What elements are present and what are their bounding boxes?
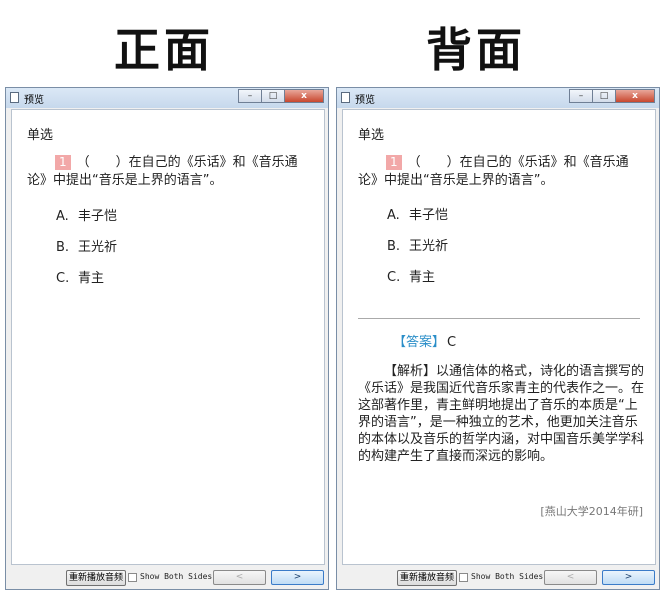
analysis-text: 【解析】以通信体的格式，诗化的语言撰写的《乐话》是我国近代音乐家青主的代表作之一… — [358, 364, 645, 464]
question-stem: 1 （ ）在自己的《乐话》和《音乐通论》中提出“音乐是上界的语言”。 — [27, 154, 312, 190]
minimize-button[interactable]: – — [569, 89, 593, 103]
option-a: A. 丰子恺 — [56, 209, 118, 224]
question-number-badge: 1 — [386, 155, 402, 170]
option-a: A. 丰子恺 — [387, 208, 449, 223]
back-preview-window: 预览 – □ x 单选 1 （ ）在自己的《乐话》和《音乐通论》中提出“音乐是上界… — [336, 87, 660, 590]
show-both-sides-label: Show Both Sides — [140, 572, 213, 581]
app-icon — [341, 92, 350, 103]
prev-button[interactable]: < — [213, 570, 266, 585]
back-heading: 背面 — [426, 23, 526, 77]
option-c: C. 青主 — [387, 270, 436, 285]
minimize-button[interactable]: – — [238, 89, 262, 103]
bottom-bar: 重新播放音频 Show Both Sides < > — [342, 569, 655, 587]
title-bar[interactable]: 预览 – □ x — [337, 88, 659, 108]
question-number-badge: 1 — [55, 155, 71, 170]
next-button[interactable]: > — [602, 570, 655, 585]
maximize-button[interactable]: □ — [261, 89, 285, 103]
option-c: C. 青主 — [56, 271, 105, 286]
prev-button[interactable]: < — [544, 570, 597, 585]
question-stem: 1 （ ）在自己的《乐话》和《音乐通论》中提出“音乐是上界的语言”。 — [358, 154, 643, 190]
close-button[interactable]: x — [615, 89, 655, 103]
next-button[interactable]: > — [271, 570, 324, 585]
answer-line: 【答案】 C — [393, 331, 456, 350]
option-b: B. 王光祈 — [387, 239, 449, 254]
show-both-sides-label: Show Both Sides — [471, 572, 544, 581]
window-title: 预览 — [24, 95, 44, 106]
front-heading: 正面 — [114, 23, 214, 77]
bottom-bar: 重新播放音频 Show Both Sides < > — [11, 569, 324, 587]
replay-audio-button[interactable]: 重新播放音频 — [397, 570, 458, 586]
card-content: 单选 1 （ ）在自己的《乐话》和《音乐通论》中提出“音乐是上界的语言”。 A. 丰… — [11, 109, 325, 565]
question-type: 单选 — [358, 128, 385, 143]
show-both-sides-checkbox[interactable] — [459, 573, 468, 582]
card-content: 单选 1 （ ）在自己的《乐话》和《音乐通论》中提出“音乐是上界的语言”。 A. 丰… — [342, 109, 656, 565]
divider — [358, 318, 640, 319]
source-label: [燕山大学2014年研] — [540, 505, 643, 518]
app-icon — [10, 92, 19, 103]
show-both-sides-checkbox[interactable] — [128, 573, 137, 582]
replay-audio-button[interactable]: 重新播放音频 — [66, 570, 127, 586]
window-title: 预览 — [355, 95, 375, 106]
close-button[interactable]: x — [284, 89, 324, 103]
answer-value: C — [447, 335, 457, 350]
question-type: 单选 — [27, 128, 54, 143]
option-b: B. 王光祈 — [56, 240, 118, 255]
title-bar[interactable]: 预览 – □ x — [6, 88, 328, 108]
maximize-button[interactable]: □ — [592, 89, 616, 103]
front-preview-window: 预览 – □ x 单选 1 （ ）在自己的《乐话》和《音乐通论》中提出“音乐是上界… — [5, 87, 329, 590]
answer-tag: 【答案】 — [393, 335, 446, 350]
